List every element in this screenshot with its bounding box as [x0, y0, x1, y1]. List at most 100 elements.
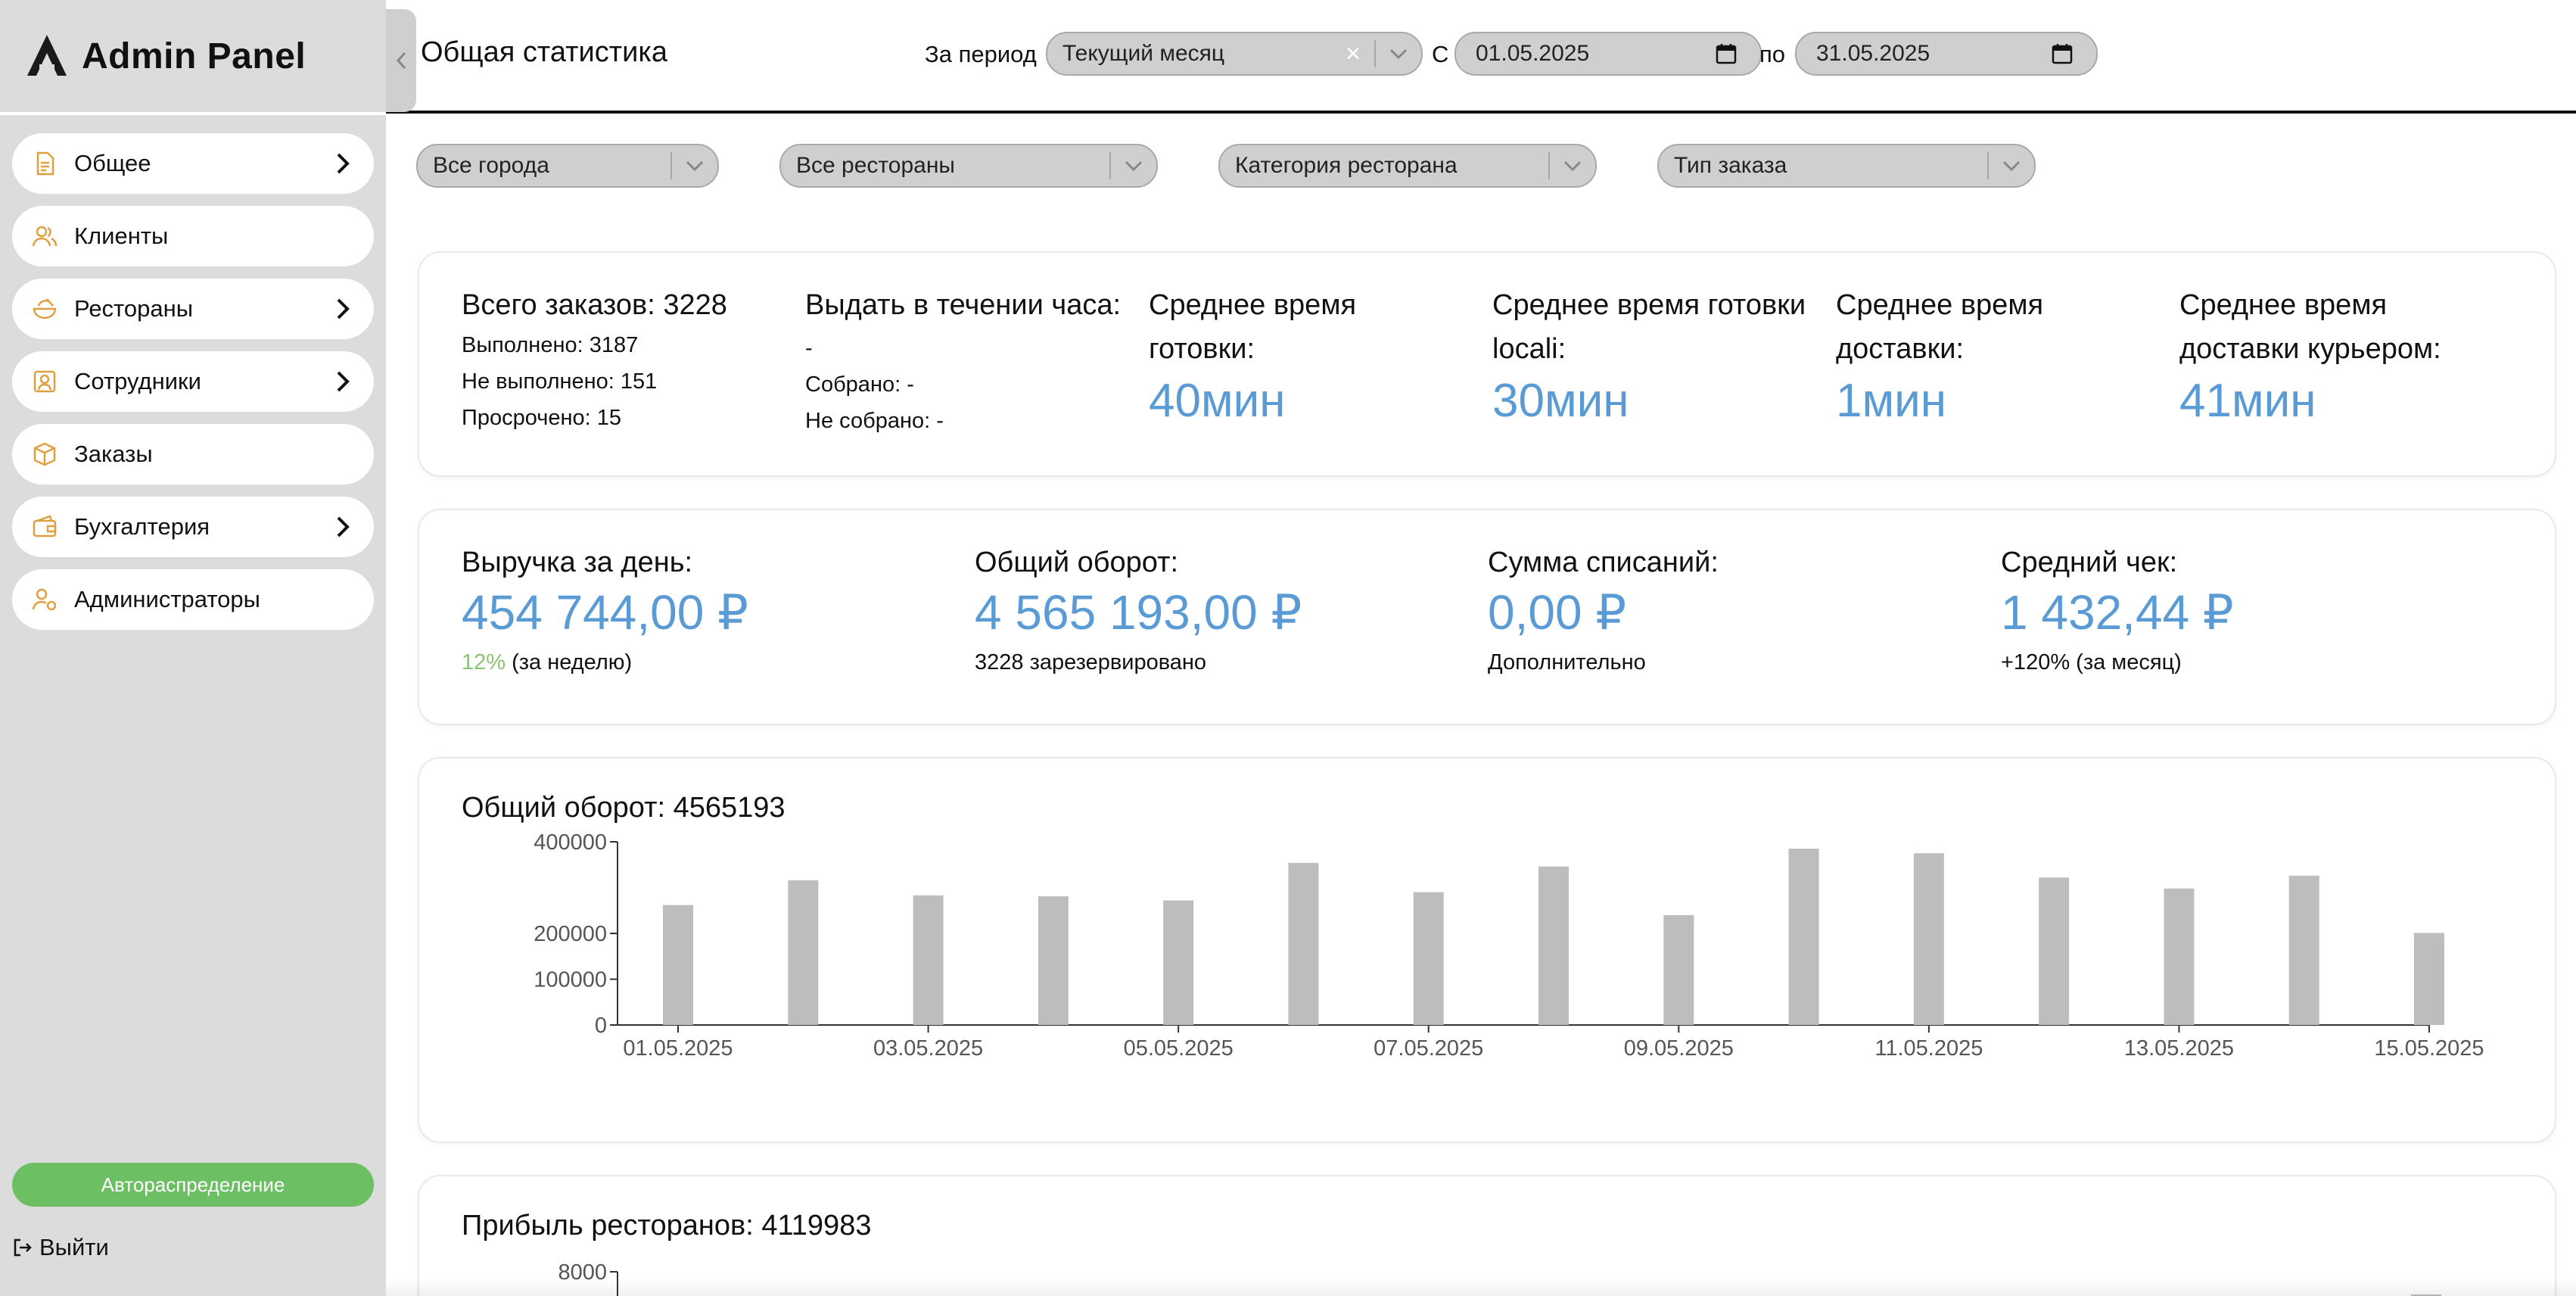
chevron-right-icon — [337, 371, 350, 392]
chevron-down-icon — [1376, 48, 1421, 59]
day-revenue-block: Выручка за день: 454 744,00 ₽ 12% (за не… — [462, 541, 748, 681]
wallet-icon — [33, 515, 57, 537]
order-type-filter[interactable]: Тип заказа — [1657, 144, 2036, 188]
period-select[interactable]: Текущий месяц × — [1046, 32, 1423, 76]
x-tick-label: 03.05.2025 — [873, 1036, 983, 1061]
turnover-value: 4 565 193,00 ₽ — [975, 585, 1302, 640]
logo-text: Admin Panel — [82, 36, 306, 76]
top-bar: Общая статистика За период Текущий месяц… — [386, 0, 2576, 114]
chevron-down-icon — [1550, 160, 1595, 171]
hour-title: Выдать в течении часа: — [805, 289, 1122, 321]
chevron-right-icon — [337, 153, 350, 174]
cook-time-value: 40мин — [1149, 375, 1286, 427]
logout-link[interactable]: Выйти — [12, 1234, 109, 1261]
orders-stats-card: Всего заказов: 3228 Выполнено: 3187 Не в… — [418, 251, 2556, 477]
bar — [788, 880, 819, 1025]
writeoff-value: 0,00 ₽ — [1488, 585, 1627, 640]
sidebar-item-restaurants[interactable]: Рестораны — [12, 279, 374, 339]
bar — [2288, 875, 2319, 1025]
profit-chart-card: Прибыль ресторанов: 4119983 8000 — [418, 1175, 2556, 1296]
order-type-filter-value: Тип заказа — [1674, 153, 1787, 178]
sidebar-item-general[interactable]: Общее — [12, 133, 374, 194]
chevron-left-icon — [396, 51, 406, 70]
sidebar-item-accounting[interactable]: Бухгалтерия — [12, 497, 374, 557]
orders-total: Всего заказов: 3228 — [462, 289, 727, 321]
avg-check-title: Средний чек: — [2001, 547, 2178, 578]
chart-title: Общий оборот: 4565193 — [462, 792, 786, 824]
city-filter[interactable]: Все города — [416, 144, 719, 188]
collapse-sidebar-button[interactable] — [386, 9, 416, 112]
sidebar-item-clients[interactable]: Клиенты — [12, 206, 374, 266]
sidebar-item-label: Клиенты — [74, 223, 169, 249]
logo[interactable]: Admin Panel — [0, 0, 386, 115]
id-badge-icon — [33, 370, 56, 393]
orders-overdue: Просрочено: 15 — [462, 406, 621, 430]
calendar-icon[interactable] — [1715, 42, 1738, 65]
category-filter[interactable]: Категория ресторана — [1218, 144, 1597, 188]
calendar-icon[interactable] — [2051, 42, 2074, 65]
chevron-right-icon — [337, 516, 350, 537]
user-settings-icon — [32, 588, 57, 611]
from-label: С — [1432, 41, 1449, 67]
date-from-input[interactable]: 01.05.2025 — [1454, 32, 1762, 76]
cook-local-value: 30мин — [1492, 375, 1629, 427]
sidebar-item-label: Заказы — [74, 441, 153, 467]
day-revenue-value: 454 744,00 ₽ — [462, 585, 748, 640]
change-period: (за неделю) — [506, 650, 633, 674]
cook-time-block: Среднее время готовки: 40мин — [1149, 283, 1467, 431]
change-percent: 12% — [462, 650, 506, 674]
to-label: по — [1759, 41, 1786, 67]
bar — [1538, 866, 1569, 1025]
y-tick-label: 200000 — [534, 922, 607, 946]
sidebar-item-employees[interactable]: Сотрудники — [12, 351, 374, 412]
auto-distribution-button[interactable]: Автораспределение — [12, 1163, 374, 1207]
sidebar-item-label: Бухгалтерия — [74, 513, 210, 540]
day-revenue-title: Выручка за день: — [462, 547, 693, 578]
food-bowl-icon — [33, 298, 57, 319]
sidebar-nav: Общее Клиенты Рестораны Сотрудники Заказ… — [0, 133, 386, 630]
day-revenue-change: 12% (за неделю) — [462, 644, 748, 681]
chevron-down-icon — [1989, 160, 2034, 171]
bar — [2414, 933, 2444, 1025]
cook-local-title: Среднее время готовки locali: — [1492, 289, 1806, 365]
collected: Собрано: - — [805, 372, 914, 397]
bar — [1288, 862, 1319, 1025]
bar — [1913, 853, 1944, 1025]
sidebar-item-admins[interactable]: Администраторы — [12, 569, 374, 630]
cook-local-block: Среднее время готовки locali: 30мин — [1492, 283, 1818, 431]
bar — [1663, 914, 1694, 1025]
writeoff-note: Дополнительно — [1488, 650, 1646, 674]
page-title: Общая статистика — [421, 36, 667, 68]
users-icon — [32, 226, 58, 247]
clear-icon[interactable]: × — [1346, 39, 1361, 69]
date-from-value: 01.05.2025 — [1476, 41, 1590, 66]
chevron-down-icon — [1111, 160, 1156, 171]
writeoff-title: Сумма списаний: — [1488, 547, 1719, 578]
date-to-input[interactable]: 31.05.2025 — [1795, 32, 2098, 76]
sidebar-item-orders[interactable]: Заказы — [12, 424, 374, 484]
delivery-time-title: Среднее время доставки: — [1836, 289, 2044, 365]
sidebar: Admin Panel Общее Клиенты Рестораны Сотр… — [0, 0, 386, 1296]
logout-label: Выйти — [39, 1234, 109, 1260]
orders-not-done: Не выполнено: 151 — [462, 369, 658, 394]
avg-check-value: 1 432,44 ₽ — [2001, 585, 2234, 640]
y-tick-label: 400000 — [534, 830, 607, 855]
turnover-note: 3228 зарезервировано — [975, 650, 1207, 674]
x-tick-label: 09.05.2025 — [1624, 1036, 1734, 1061]
writeoff-block: Сумма списаний: 0,00 ₽ Дополнительно — [1488, 541, 1719, 681]
y-tick-label: 100000 — [534, 968, 607, 992]
courier-time-block: Среднее время доставки курьером: 41мин — [2179, 283, 2497, 431]
avg-check-block: Средний чек: 1 432,44 ₽ +120% (за месяц) — [2001, 541, 2234, 681]
chart-title: Прибыль ресторанов: 4119983 — [462, 1210, 872, 1241]
turnover-title: Общий оборот: — [975, 547, 1179, 578]
hour-block: Выдать в течении часа: - Собрано: - Не с… — [805, 283, 1121, 439]
bar — [2039, 877, 2070, 1025]
bar — [663, 905, 693, 1025]
x-tick-label: 13.05.2025 — [2124, 1036, 2234, 1061]
bar — [2164, 888, 2195, 1025]
turnover-block: Общий оборот: 4 565 193,00 ₽ 3228 зарезе… — [975, 541, 1302, 681]
restaurant-filter[interactable]: Все рестораны — [779, 144, 1158, 188]
courier-time-value: 41мин — [2179, 375, 2316, 427]
sidebar-item-label: Общее — [74, 150, 151, 176]
bottom-fade — [386, 1279, 2576, 1296]
